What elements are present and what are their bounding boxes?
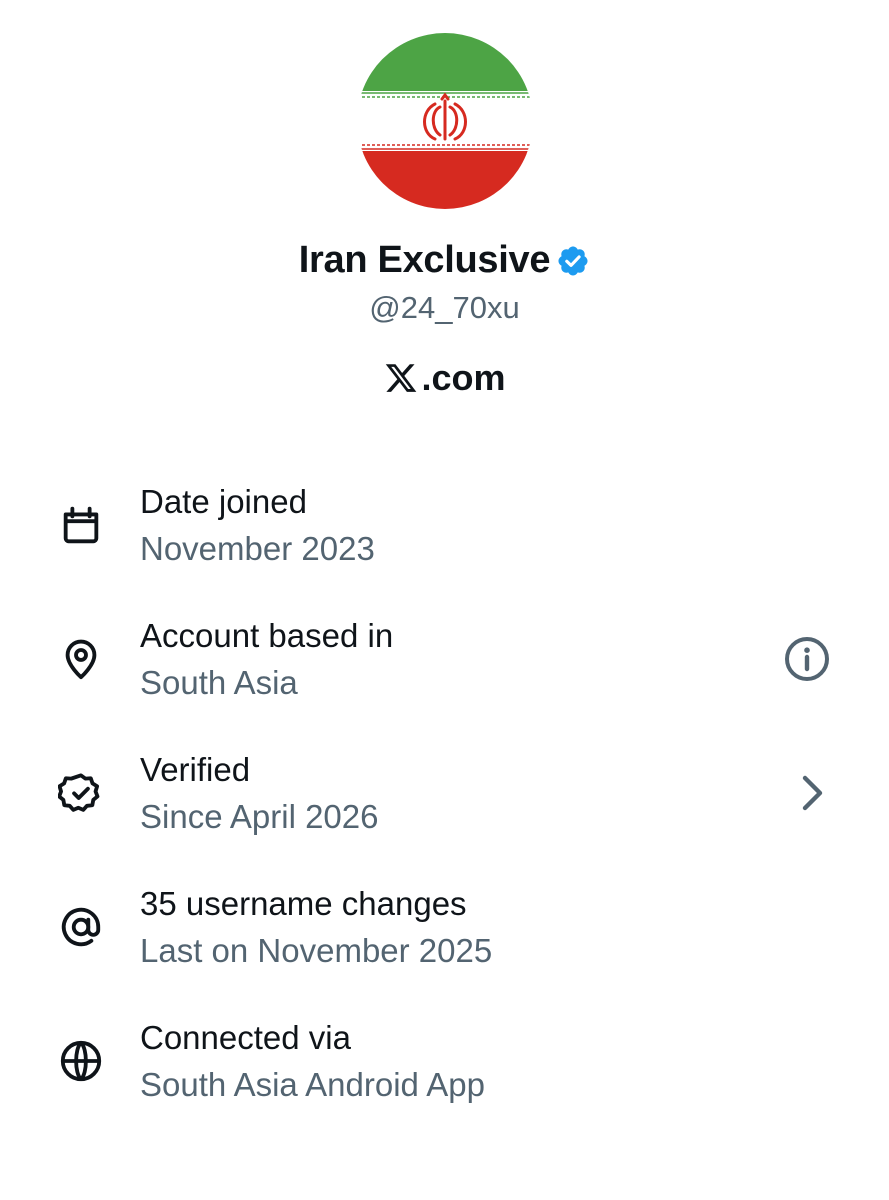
verified-check-icon[interactable] xyxy=(556,244,590,278)
row-subtitle: November 2023 xyxy=(140,530,375,567)
row-title: Connected via xyxy=(140,1019,351,1056)
chevron-right-icon[interactable] xyxy=(787,769,835,817)
iran-flag-image xyxy=(357,33,533,209)
row-username-changes: 35 username changes Last on November 202… xyxy=(0,883,889,993)
row-title: 35 username changes xyxy=(140,885,467,922)
row-account-based-in: Account based in South Asia xyxy=(0,615,889,725)
row-date-joined: Date joined November 2023 xyxy=(0,481,889,591)
profile-avatar[interactable] xyxy=(357,33,533,209)
info-icon[interactable] xyxy=(783,635,831,683)
at-sign-icon xyxy=(61,907,101,947)
profile-name-row: Iran Exclusive xyxy=(0,236,889,284)
display-name: Iran Exclusive xyxy=(298,239,551,281)
row-subtitle: Last on November 2025 xyxy=(140,932,493,969)
site-text: .com xyxy=(421,357,506,398)
row-verified[interactable]: Verified Since April 2026 xyxy=(0,749,889,859)
calendar-icon xyxy=(63,506,99,544)
row-subtitle: South Asia xyxy=(140,664,298,701)
x-logo-icon xyxy=(386,364,417,392)
profile-handle: @24_70xu xyxy=(369,290,520,325)
globe-icon xyxy=(60,1040,102,1082)
row-title: Verified xyxy=(140,751,251,788)
location-pin-icon xyxy=(65,639,97,680)
row-title: Date joined xyxy=(140,483,307,520)
row-subtitle: Since April 2026 xyxy=(140,798,379,835)
verified-badge-icon xyxy=(58,773,100,812)
row-connected-via: Connected via South Asia Android App xyxy=(0,1017,889,1127)
account-info-page: Iran Exclusive @24_70xu .com Date joined… xyxy=(0,0,889,1200)
row-subtitle: South Asia Android App xyxy=(140,1066,485,1103)
site-link[interactable]: .com xyxy=(0,356,889,400)
row-title: Account based in xyxy=(140,617,394,654)
